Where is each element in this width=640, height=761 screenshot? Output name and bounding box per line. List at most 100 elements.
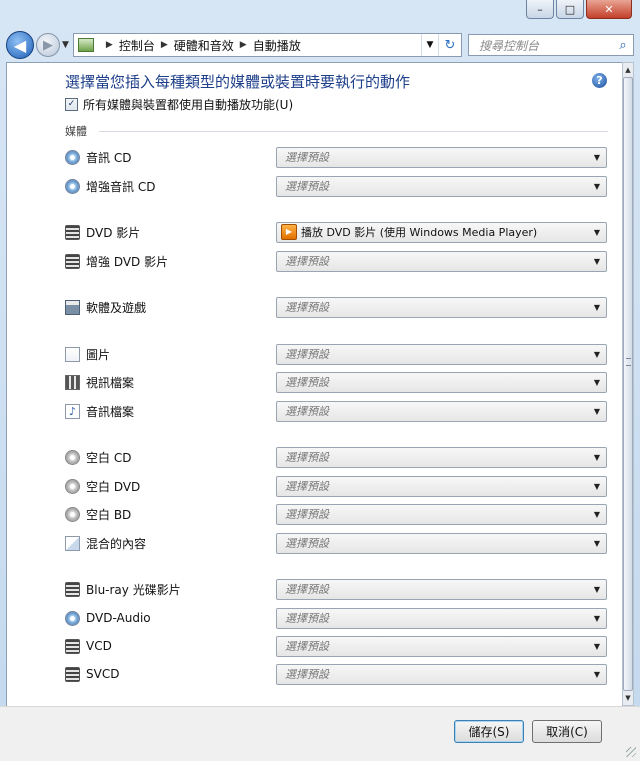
media-label: 空白 BD — [86, 507, 132, 522]
arrow-right-icon: ▶ — [43, 37, 53, 53]
media-label: 音訊 CD — [86, 150, 132, 165]
back-button[interactable]: ◀ — [6, 31, 34, 59]
close-button[interactable]: ✕ — [586, 0, 632, 19]
blank-disc-icon — [65, 506, 80, 522]
media-row-svcd: SVCD 選擇預設 ▼ — [65, 663, 607, 685]
maximize-button[interactable]: □ — [556, 0, 584, 19]
action-dropdown[interactable]: 選擇預設 ▼ — [276, 635, 607, 657]
blank-disc-icon — [65, 478, 80, 494]
autoplay-checkbox-label[interactable]: 所有媒體與裝置都使用自動播放功能(U) — [83, 96, 293, 113]
search-box[interactable]: 搜尋控制台 ⌕ — [468, 34, 634, 56]
chevron-down-icon: ▼ — [593, 584, 601, 594]
dropdown-value: 選擇預設 — [285, 640, 329, 653]
action-dropdown[interactable]: 選擇預設 ▼ — [276, 343, 607, 365]
media-player-icon: ▶ — [281, 224, 297, 240]
audio-file-icon: ♪ — [65, 403, 80, 419]
action-dropdown[interactable]: 選擇預設 ▼ — [276, 532, 607, 554]
media-label: VCD — [86, 639, 112, 653]
address-dropdown-icon[interactable]: ▼ — [421, 34, 438, 56]
media-row-audio-cd: 音訊 CD 選擇預設 ▼ — [65, 146, 607, 168]
media-row-vcd: VCD 選擇預設 ▼ — [65, 635, 607, 657]
breadcrumb-hardware-sound[interactable]: 硬體和音效 — [174, 37, 234, 54]
chevron-down-icon: ▼ — [593, 641, 601, 651]
media-label: 視訊檔案 — [86, 375, 135, 390]
history-dropdown[interactable]: ▼ — [62, 40, 69, 50]
action-dropdown[interactable]: 選擇預設 ▼ — [276, 371, 607, 393]
vertical-scrollbar[interactable]: ▲ ▼ — [622, 62, 634, 706]
media-row-blank-bd: 空白 BD 選擇預設 ▼ — [65, 503, 607, 525]
dropdown-value: 選擇預設 — [285, 583, 329, 596]
action-dropdown[interactable]: 選擇預設 ▼ — [276, 296, 607, 318]
chevron-down-icon: ▼ — [593, 256, 601, 266]
minimize-button[interactable]: – — [526, 0, 554, 19]
arrow-left-icon: ◀ — [13, 35, 27, 55]
page-title: 選擇當您插入每種類型的媒體或裝置時要執行的動作 — [65, 73, 411, 91]
search-icon[interactable]: ⌕ — [613, 38, 633, 53]
resize-grip-icon[interactable] — [626, 747, 636, 757]
chevron-right-icon[interactable]: ▶ — [240, 40, 247, 50]
media-label: 增強音訊 CD — [86, 179, 156, 194]
action-dropdown[interactable]: 選擇預設 ▼ — [276, 175, 607, 197]
address-bar[interactable]: ▶ 控制台 ▶ 硬體和音效 ▶ 自動播放 ▼ ↻ — [72, 33, 462, 57]
save-button[interactable]: 儲存(S) — [454, 720, 524, 743]
action-dropdown[interactable]: 選擇預設 ▼ — [276, 146, 607, 168]
refresh-icon[interactable]: ↻ — [438, 34, 461, 56]
media-row-blank-cd: 空白 CD 選擇預設 ▼ — [65, 446, 607, 468]
chevron-down-icon: ▼ — [593, 302, 601, 312]
scroll-down-icon[interactable]: ▼ — [623, 691, 633, 705]
scroll-up-icon[interactable]: ▲ — [623, 63, 633, 77]
dropdown-value: 選擇預設 — [285, 668, 329, 681]
chevron-down-icon: ▼ — [593, 349, 601, 359]
autoplay-window: – □ ✕ ◀ ▶ ▼ ▶ 控制台 ▶ 硬體和音效 ▶ 自動播放 ▼ ↻ 搜尋控… — [0, 0, 640, 761]
help-icon[interactable]: ? — [592, 73, 607, 88]
action-dropdown[interactable]: ▶ 播放 DVD 影片 (使用 Windows Media Player) ▼ — [276, 221, 607, 243]
dvd-film-icon — [65, 224, 80, 240]
action-dropdown[interactable]: 選擇預設 ▼ — [276, 578, 607, 600]
action-dropdown[interactable]: 選擇預設 ▼ — [276, 475, 607, 497]
scrollbar-thumb[interactable] — [623, 77, 633, 691]
media-row-pictures: 圖片 選擇預設 ▼ — [65, 343, 607, 365]
action-dropdown[interactable]: 選擇預設 ▼ — [276, 446, 607, 468]
chevron-down-icon: ▼ — [593, 377, 601, 387]
action-dropdown[interactable]: 選擇預設 ▼ — [276, 607, 607, 629]
media-row-mixed-content: 混合的內容 選擇預設 ▼ — [65, 532, 607, 554]
action-dropdown[interactable]: 選擇預設 ▼ — [276, 663, 607, 685]
disc-icon — [65, 610, 80, 626]
action-dropdown[interactable]: 選擇預設 ▼ — [276, 400, 607, 422]
media-row-enhanced-audio-cd: 增強音訊 CD 選擇預設 ▼ — [65, 175, 607, 197]
dropdown-value: 選擇預設 — [285, 301, 329, 314]
chevron-down-icon: ▼ — [593, 669, 601, 679]
button-bar: 儲存(S) 取消(C) — [0, 706, 640, 761]
checkbox-check-icon[interactable]: ✓ — [65, 98, 78, 111]
action-dropdown[interactable]: 選擇預設 ▼ — [276, 250, 607, 272]
media-label: 空白 DVD — [86, 479, 141, 494]
chevron-right-icon[interactable]: ▶ — [161, 40, 168, 50]
software-icon — [65, 299, 80, 315]
media-label: DVD 影片 — [86, 225, 141, 240]
media-row-audio-files: ♪ 音訊檔案 選擇預設 ▼ — [65, 400, 607, 422]
chevron-down-icon: ▼ — [593, 406, 601, 416]
blank-disc-icon — [65, 449, 80, 465]
cancel-button[interactable]: 取消(C) — [532, 720, 602, 743]
media-label: 增強 DVD 影片 — [86, 254, 169, 269]
dropdown-value: 選擇預設 — [285, 348, 329, 361]
chevron-right-icon[interactable]: ▶ — [106, 40, 113, 50]
dropdown-value: 選擇預設 — [285, 537, 329, 550]
media-row-blank-dvd: 空白 DVD 選擇預設 ▼ — [65, 475, 607, 497]
section-divider — [99, 131, 608, 132]
dropdown-value: 選擇預設 — [285, 612, 329, 625]
forward-button[interactable]: ▶ — [36, 33, 60, 57]
navigation-bar: ◀ ▶ ▼ ▶ 控制台 ▶ 硬體和音效 ▶ 自動播放 ▼ ↻ 搜尋控制台 ⌕ — [6, 30, 634, 60]
autoplay-checkbox[interactable]: ✓ 所有媒體與裝置都使用自動播放功能(U) — [65, 96, 293, 113]
breadcrumb-control-panel[interactable]: 控制台 — [119, 37, 155, 54]
control-panel-icon — [77, 38, 94, 52]
picture-icon — [65, 346, 80, 362]
breadcrumb-autoplay[interactable]: 自動播放 — [253, 37, 301, 54]
media-label: 音訊檔案 — [86, 404, 135, 419]
chevron-down-icon: ▼ — [593, 509, 601, 519]
search-input[interactable]: 搜尋控制台 — [479, 37, 613, 54]
media-label: 混合的內容 — [86, 536, 147, 551]
scrollbar-grip-icon — [626, 358, 631, 366]
chevron-down-icon: ▼ — [593, 452, 601, 462]
action-dropdown[interactable]: 選擇預設 ▼ — [276, 503, 607, 525]
